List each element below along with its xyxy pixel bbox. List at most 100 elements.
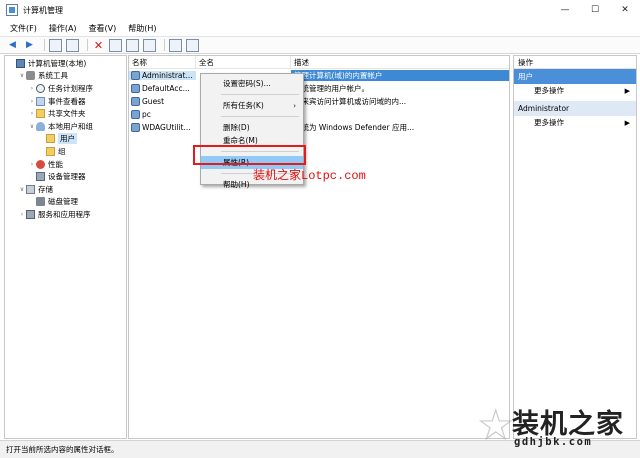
column-header-name[interactable]: 名称 (129, 55, 196, 69)
toolbar-separator (87, 39, 88, 51)
more-actions-administrator[interactable]: 更多操作 ▶ (514, 116, 636, 129)
tree-item-label: 设备管理器 (48, 172, 86, 182)
menu-view[interactable]: 查看(V) (89, 23, 117, 34)
tree-item[interactable]: ∨ 存储 (5, 183, 126, 196)
actions-section-users[interactable]: 用户 (514, 69, 636, 84)
table-row[interactable]: Guest 供来宾访问计算机或访问域的内... (129, 95, 509, 108)
title-bar: 计算机管理 — ☐ ✕ (0, 0, 640, 20)
more-actions-label: 更多操作 (534, 86, 564, 95)
refresh-icon[interactable] (126, 38, 139, 52)
menu-bar: 文件(F) 操作(A) 查看(V) 帮助(H) (0, 20, 640, 36)
actions-section-administrator[interactable]: Administrator (514, 101, 636, 116)
tree-item-label: 任务计划程序 (48, 83, 93, 93)
column-header-fullname[interactable]: 全名 (196, 55, 291, 69)
menu-help[interactable]: 帮助(H) (128, 23, 156, 34)
users-icon (36, 121, 45, 131)
user-account-icon (131, 123, 140, 132)
event-viewer-icon (36, 96, 45, 106)
table-row[interactable]: WDAGUtilit... 系统为 Windows Defender 应用... (129, 121, 509, 134)
tree-item[interactable]: › 共享文件夹 (5, 107, 126, 120)
up-folder-icon[interactable] (49, 38, 62, 52)
services-icon (26, 209, 35, 219)
clock-icon (36, 83, 45, 93)
column-header-row: 名称 全名 描述 (129, 55, 509, 69)
computer-management-icon (6, 4, 18, 16)
computer-icon (16, 58, 25, 68)
expand-arrow-icon[interactable]: › (18, 211, 26, 218)
maximize-button[interactable]: ☐ (580, 0, 610, 20)
cell-name: pc (129, 110, 196, 119)
help-icon[interactable] (169, 38, 182, 52)
highlight-box (193, 145, 306, 165)
tree-item[interactable]: 用户 (5, 133, 126, 146)
tree-item[interactable]: 磁盘管理 (5, 196, 126, 209)
tree-item[interactable]: 计算机管理(本地) (5, 57, 126, 70)
tree-item[interactable]: › 性能 (5, 158, 126, 171)
toolbar: ◀ ▶ ✕ (0, 36, 640, 54)
user-account-icon (131, 110, 140, 119)
submenu-arrow-icon: ▶ (624, 86, 630, 95)
tree-item[interactable]: 设备管理器 (5, 170, 126, 183)
window-controls: — ☐ ✕ (550, 0, 640, 20)
user-account-icon (131, 97, 140, 106)
menu-item-label: 所有任务(K) (223, 101, 264, 110)
more-actions-users[interactable]: 更多操作 ▶ (514, 84, 636, 97)
tree-item-label: 性能 (48, 159, 63, 169)
table-row[interactable]: pc (129, 108, 509, 121)
collapse-arrow-icon[interactable]: ∨ (18, 72, 26, 79)
tree-item-label: 服务和应用程序 (38, 209, 91, 219)
navigation-tree: 计算机管理(本地) ∨ 系统工具 › 任务计划程序 › 事件查看器 › 共享文件夹 ∨ 本地用户和组… (4, 55, 127, 439)
annotation-text: 装机之家Lotpc.com (253, 169, 366, 183)
menu-action[interactable]: 操作(A) (49, 23, 77, 34)
shared-folder-icon (36, 109, 45, 119)
minimize-button[interactable]: — (550, 0, 580, 20)
tree-item[interactable]: › 任务计划程序 (5, 82, 126, 95)
user-account-icon (131, 71, 140, 80)
tree-item[interactable]: ∨ 系统工具 (5, 70, 126, 83)
collapse-arrow-icon[interactable]: ∨ (28, 123, 36, 130)
expand-arrow-icon[interactable]: › (28, 110, 36, 117)
folder-icon (46, 134, 55, 144)
table-row[interactable]: Administrat... 管理计算机(域)的内置帐户 (129, 69, 509, 82)
tree-item[interactable]: › 服务和应用程序 (5, 208, 126, 221)
tree-item[interactable]: 组 (5, 145, 126, 158)
tree-item-label: 本地用户和组 (48, 121, 93, 131)
toolbar-separator (164, 39, 165, 51)
tree-item[interactable]: ∨ 本地用户和组 (5, 120, 126, 133)
user-list-pane: 名称 全名 描述 Administrat... 管理计算机(域)的内置帐户 Defa… (128, 55, 510, 439)
close-button[interactable]: ✕ (610, 0, 640, 20)
tree-item-label: 事件查看器 (48, 96, 86, 106)
column-header-description[interactable]: 描述 (291, 56, 509, 69)
cell-description: 供来宾访问计算机或访问域的内... (294, 97, 407, 106)
export-list-icon[interactable] (143, 38, 156, 52)
cell-description: 系统为 Windows Defender 应用... (294, 123, 415, 132)
expand-arrow-icon[interactable]: › (28, 161, 36, 168)
user-name: pc (142, 110, 151, 119)
expand-arrow-icon[interactable]: › (28, 85, 36, 92)
collapse-arrow-icon[interactable]: ∨ (18, 186, 26, 193)
window-title: 计算机管理 (23, 5, 63, 15)
forward-arrow-icon[interactable]: ▶ (23, 39, 36, 52)
tree-item-label: 磁盘管理 (48, 197, 78, 207)
tree-item[interactable]: › 事件查看器 (5, 95, 126, 108)
menu-separator (221, 94, 299, 95)
table-row[interactable]: DefaultAcc... 系统管理的用户帐户。 (129, 82, 509, 95)
toolbar-separator (44, 39, 45, 51)
expand-arrow-icon[interactable]: › (28, 98, 36, 105)
menu-item-all-tasks[interactable]: 所有任务(K) › (201, 99, 303, 112)
back-arrow-icon[interactable]: ◀ (6, 39, 19, 52)
storage-icon (26, 184, 35, 194)
user-name: Guest (142, 97, 165, 106)
properties-icon[interactable] (109, 38, 122, 52)
menu-item-set-password[interactable]: 设置密码(S)... (201, 77, 303, 90)
menu-item-label: 删除(D) (223, 123, 250, 132)
delete-icon[interactable]: ✕ (92, 39, 105, 52)
show-tree-icon[interactable] (66, 38, 79, 52)
tree-item-label: 存储 (38, 184, 53, 194)
user-name: DefaultAcc... (142, 84, 190, 93)
cell-name: WDAGUtilit... (129, 123, 196, 132)
actions-title: 操作 (514, 56, 636, 69)
show-action-pane-icon[interactable] (186, 38, 199, 52)
menu-file[interactable]: 文件(F) (10, 23, 37, 34)
menu-item-delete[interactable]: 删除(D) (201, 121, 303, 134)
